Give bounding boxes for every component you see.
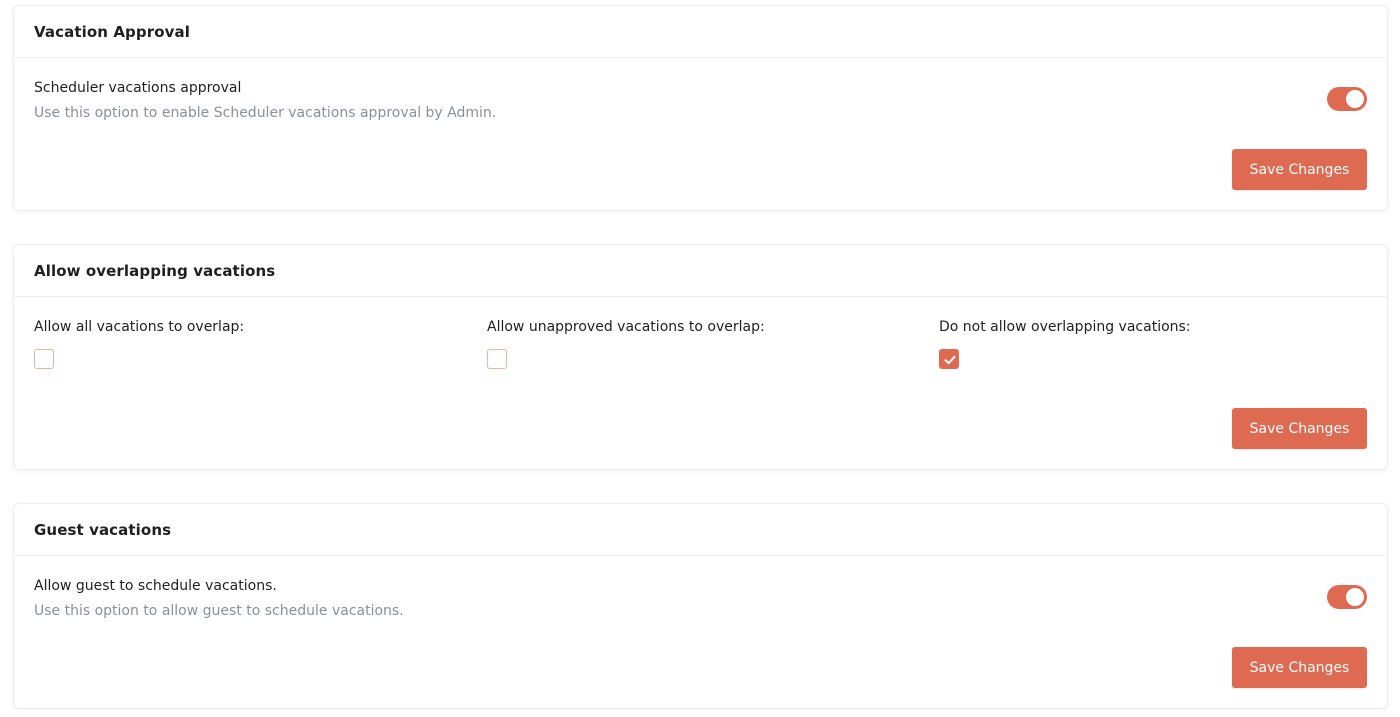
vacation-approval-title: Vacation Approval [34,22,190,41]
no-overlap-checkbox[interactable] [939,349,959,369]
overlapping-vacations-header: Allow overlapping vacations [14,245,1387,297]
toggle-knob [1346,588,1364,606]
guest-schedule-toggle[interactable] [1327,585,1367,609]
save-button[interactable]: Save Changes [1232,149,1367,190]
guest-vacations-title: Guest vacations [34,520,172,539]
allow-all-overlap-checkbox[interactable] [34,349,54,369]
overlapping-vacations-body: Allow all vacations to overlap: Allow un… [14,297,1387,470]
guest-vacations-body: Allow guest to schedule vacations. Use t… [14,556,1387,709]
guest-vacations-header: Guest vacations [14,504,1387,556]
vacation-approval-card: Vacation Approval Scheduler vacations ap… [13,5,1388,211]
allow-all-overlap-label: Allow all vacations to overlap: [34,319,245,335]
guest-schedule-description: Use this option to allow guest to schedu… [34,603,404,619]
allow-unapproved-overlap-label: Allow unapproved vacations to overlap: [487,319,765,335]
toggle-knob [1346,90,1364,108]
overlapping-vacations-title: Allow overlapping vacations [34,261,276,280]
checkmark-icon [944,355,956,365]
scheduler-approval-toggle[interactable] [1327,87,1367,111]
vacation-approval-body: Scheduler vacations approval Use this op… [14,58,1387,211]
guest-vacations-card: Guest vacations Allow guest to schedule … [13,503,1388,709]
overlapping-vacations-card: Allow overlapping vacations Allow all va… [13,244,1388,470]
scheduler-approval-label: Scheduler vacations approval [34,80,242,96]
no-overlap-label: Do not allow overlapping vacations: [939,319,1191,335]
save-button[interactable]: Save Changes [1232,408,1367,449]
vacation-approval-header: Vacation Approval [14,6,1387,58]
save-button[interactable]: Save Changes [1232,647,1367,688]
guest-schedule-label: Allow guest to schedule vacations. [34,578,277,594]
allow-unapproved-overlap-checkbox[interactable] [487,349,507,369]
scheduler-approval-description: Use this option to enable Scheduler vaca… [34,105,497,121]
